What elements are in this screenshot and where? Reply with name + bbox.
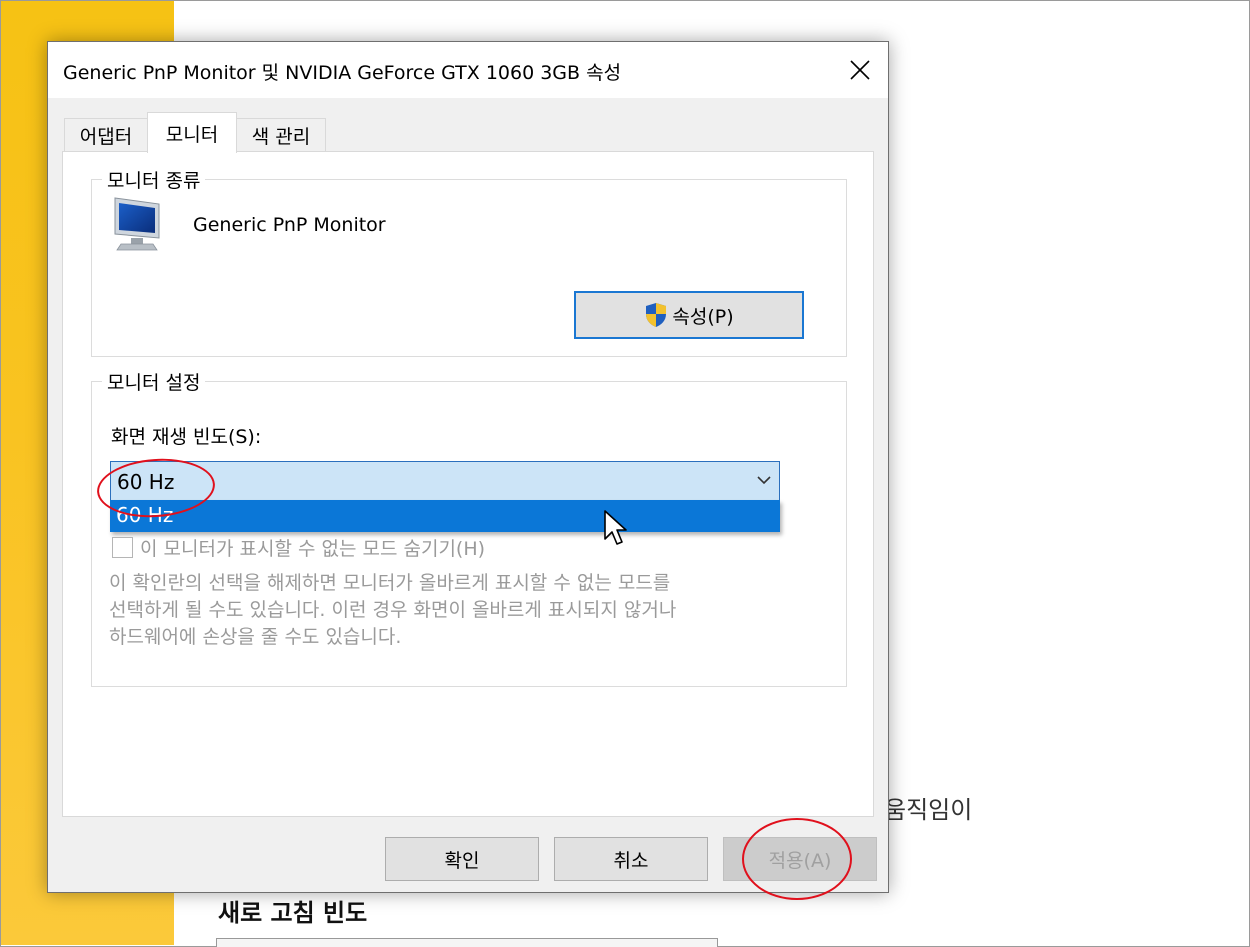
monitor-name: Generic PnP Monitor [193,214,386,236]
dialog-titlebar[interactable]: Generic PnP Monitor 및 NVIDIA GeForce GTX… [48,42,888,98]
warning-text: 이 확인란의 선택을 해제하면 모니터가 올바르게 표시할 수 없는 모드를 선… [109,570,809,651]
chevron-down-icon [757,476,771,485]
warning-line-3: 하드웨어에 손상을 줄 수도 있습니다. [109,626,402,648]
tab-adapter[interactable]: 어댑터 [64,118,148,151]
uac-shield-icon [646,303,667,327]
ok-button[interactable]: 확인 [385,837,539,881]
close-button[interactable] [832,42,888,98]
properties-button-label: 속성(P) [672,305,734,328]
monitor-type-group-label: 모니터 종류 [102,166,206,193]
dialog-title: Generic PnP Monitor 및 NVIDIA GeForce GTX… [63,62,622,84]
monitor-settings-group-label: 모니터 설정 [102,368,206,395]
mouse-cursor-icon [603,509,629,551]
monitor-icon [111,196,163,256]
cancel-button[interactable]: 취소 [554,837,708,881]
tab-monitor[interactable]: 모니터 [147,112,237,153]
refresh-rate-label: 화면 재생 빈도(S): [111,426,262,448]
highlight-ellipse-apply [742,818,852,900]
properties-button[interactable]: 속성(P) [574,291,804,339]
background-refresh-select[interactable] [216,938,718,947]
background-refresh-heading: 새로 고침 빈도 [218,899,368,927]
tab-color-management[interactable]: 색 관리 [236,118,326,151]
warning-line-2: 선택하게 될 수도 있습니다. 이런 경우 화면이 올바르게 표시되지 않거나 [109,599,677,621]
background-motion-text: 움직임이 [884,796,973,824]
hide-modes-checkbox[interactable] [112,537,133,558]
close-icon [850,60,870,80]
warning-line-1: 이 확인란의 선택을 해제하면 모니터가 올바르게 표시할 수 없는 모드를 [109,572,671,594]
hide-modes-checkbox-label: 이 모니터가 표시할 수 없는 모드 숨기기(H) [140,538,486,560]
monitor-type-label: 모니터 종류 [107,170,201,192]
refresh-rate-dropdown-list: 60 Hz [110,500,780,532]
